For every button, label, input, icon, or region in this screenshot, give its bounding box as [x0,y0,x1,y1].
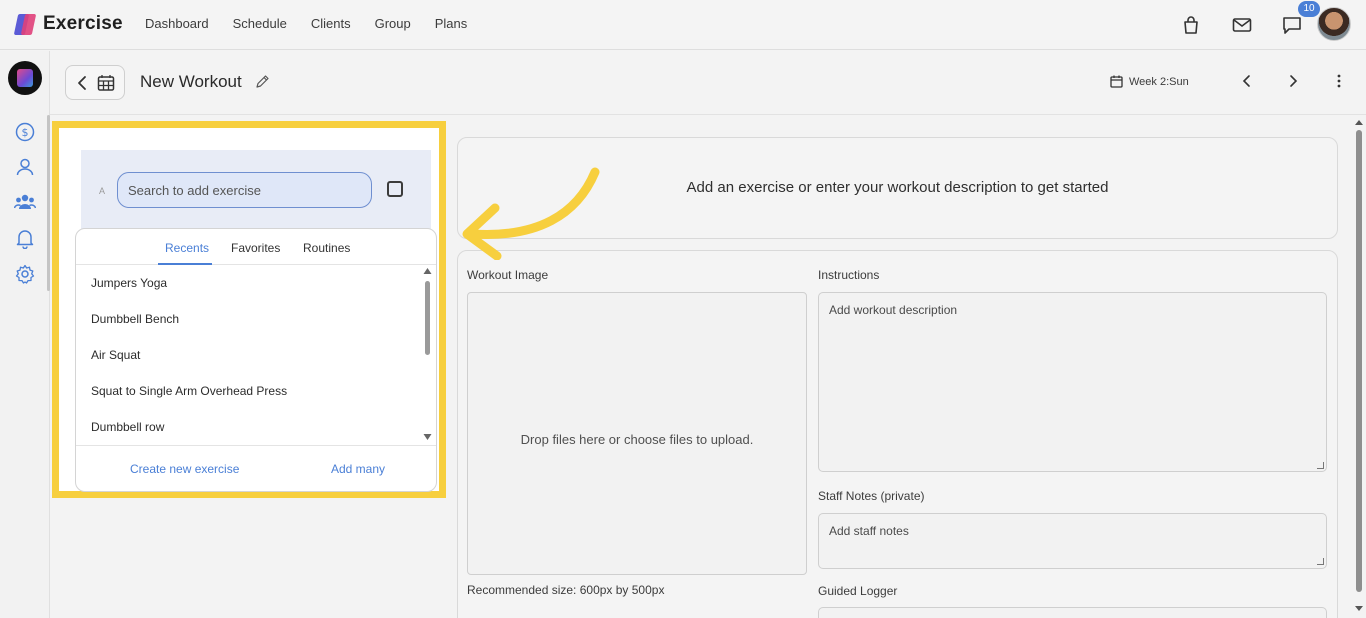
staff-notes-textarea[interactable] [818,513,1327,569]
resize-handle-icon[interactable] [1317,462,1324,469]
scroll-up-icon[interactable] [423,267,432,275]
pencil-icon[interactable] [255,74,270,89]
dollar-icon[interactable]: $ [14,121,36,143]
calendar-icon[interactable] [97,74,115,92]
recent-exercise-list: Jumpers Yoga Dumbbell Bench Air Squat Sq… [76,265,436,445]
image-dropzone[interactable]: Drop files here or choose files to uploa… [467,292,807,575]
list-item[interactable]: Squat to Single Arm Overhead Press [91,384,287,398]
logo-mark-icon [13,13,37,35]
week-selector[interactable]: Week 2:Sun [1110,75,1189,88]
exercise-search-row: A [81,150,431,232]
avatar[interactable] [1317,7,1351,41]
exercise-search-input[interactable] [117,172,372,208]
dropdown-footer: Create new exercise Add many [76,445,436,491]
instructions-textarea[interactable] [818,292,1327,472]
list-item[interactable]: Dumbbell row [91,420,164,434]
page-scrollbar-thumb[interactable] [1356,130,1362,592]
guided-logger-field[interactable] [818,607,1327,618]
create-new-exercise-link[interactable]: Create new exercise [130,462,239,476]
sidebar-scrollbar[interactable] [47,115,50,291]
left-sidebar: $ [0,51,50,618]
top-nav-bar: Exercise Dashboard Schedule Clients Grou… [0,0,1366,50]
tab-routines[interactable]: Routines [303,241,350,255]
tab-recents[interactable]: Recents [165,241,209,255]
app-name: Exercise [43,13,123,34]
nav-schedule[interactable]: Schedule [233,16,287,31]
staff-notes-label: Staff Notes (private) [818,489,925,503]
chevron-right-icon[interactable] [1285,73,1301,89]
org-logo-icon[interactable] [8,61,42,95]
app-logo[interactable]: Exercise [13,13,123,35]
dropzone-text: Drop files here or choose files to uploa… [520,432,754,447]
nav-dashboard[interactable]: Dashboard [145,16,209,31]
page-title: New Workout [140,72,242,91]
row-letter: A [99,186,106,196]
highlighted-search-panel: A Recents Favorites Routines Jumpers Yog… [52,121,446,498]
list-item[interactable]: Air Squat [91,348,140,362]
resize-handle-icon[interactable] [1317,558,1324,565]
bell-icon[interactable] [14,227,36,249]
chat-icon[interactable] [1281,14,1303,36]
back-calendar-button-group [65,65,125,100]
shopping-bag-icon[interactable] [1180,14,1202,36]
calendar-small-icon [1110,75,1123,88]
header-divider [50,114,1366,115]
list-item[interactable]: Jumpers Yoga [91,276,167,290]
svg-text:$: $ [22,126,29,139]
instructions-label: Instructions [818,268,880,282]
exercise-suggestions-dropdown: Recents Favorites Routines Jumpers Yoga … [75,228,437,492]
recommended-size-note: Recommended size: 600px by 500px [467,583,665,597]
user-icon[interactable] [14,156,36,178]
nav-plans[interactable]: Plans [435,16,468,31]
nav-clients[interactable]: Clients [311,16,351,31]
chevron-left-icon[interactable] [75,75,89,91]
list-item[interactable]: Dumbbell Bench [91,312,179,326]
nav-group[interactable]: Group [375,16,411,31]
week-label: Week 2:Sun [1129,75,1189,88]
superset-checkbox-icon[interactable] [387,181,403,197]
dropdown-tabs: Recents Favorites Routines [76,229,436,265]
tab-favorites[interactable]: Favorites [231,241,280,255]
chevron-left-icon[interactable] [1239,73,1255,89]
guided-logger-label: Guided Logger [818,584,898,598]
workout-image-label: Workout Image [467,268,549,282]
more-vertical-icon[interactable] [1331,73,1347,89]
dropdown-scrollbar-thumb[interactable] [425,281,430,355]
group-icon[interactable] [14,191,36,213]
mail-icon[interactable] [1231,14,1253,36]
scroll-down-icon[interactable] [423,433,432,441]
scroll-down-icon[interactable] [1354,605,1364,613]
dropdown-scrollbar[interactable] [420,267,432,445]
notification-badge: 10 [1298,1,1320,17]
add-many-link[interactable]: Add many [331,462,385,476]
gear-icon[interactable] [14,263,36,285]
scroll-up-icon[interactable] [1354,118,1364,126]
main-nav: Dashboard Schedule Clients Group Plans [145,16,491,31]
pointer-arrow-icon [462,167,600,260]
page-scrollbar[interactable] [1352,115,1366,618]
